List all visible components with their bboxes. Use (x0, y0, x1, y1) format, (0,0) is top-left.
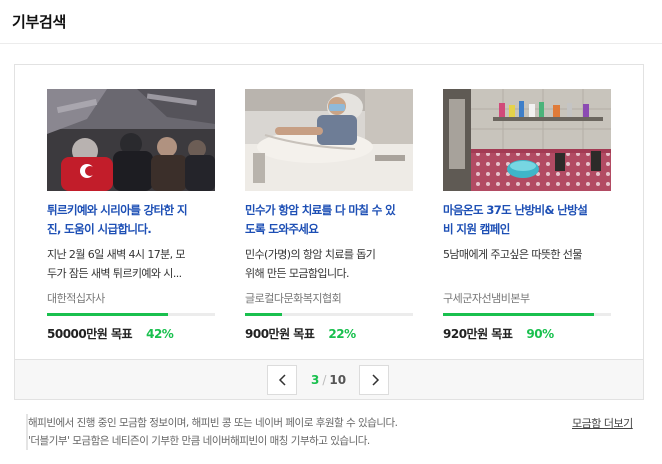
card-description: 민수(가명)의 항암 치료를 돕기 위해 만든 모금함입니다. (245, 248, 376, 280)
bathroom-photo[interactable] (443, 89, 611, 191)
goal-row: 50000만원 목표 42% (47, 325, 215, 342)
more-donations-link[interactable]: 모금함 더보기 (572, 415, 633, 431)
footer-notice-line: '더블기부' 모금함은 네티즌이 기부한 만큼 네이버해피빈이 매칭 기부하고 … (28, 435, 370, 447)
goal-row: 920만원 목표 90% (443, 325, 611, 342)
goal-amount: 920만원 목표 (443, 327, 513, 341)
donation-card[interactable]: 튀르키예와 시리아를 강타한 지 진, 도움이 시급합니다. 지난 2월 6일 … (47, 89, 215, 342)
goal-row: 900만원 목표 22% (245, 325, 413, 342)
card-description: 지난 2월 6일 새벽 4시 17분, 모 두가 잠든 새벽 튀르키예와 시..… (47, 248, 186, 280)
progress-percent: 22% (328, 327, 356, 341)
chevron-left-icon (278, 374, 286, 386)
pagination: 3/10 (15, 359, 643, 399)
donation-panel: 튀르키예와 시리아를 강타한 지 진, 도움이 시급합니다. 지난 2월 6일 … (14, 64, 644, 400)
progress-fill (47, 313, 168, 316)
progress-fill (443, 313, 595, 316)
card-description: 5남매에게 주고싶은 따뜻한 선물 (443, 248, 582, 261)
card-organization: 구세군자선냄비본부 (443, 292, 530, 305)
card-organization: 대한적십자사 (47, 292, 105, 305)
page-indicator: 3/10 (311, 373, 346, 387)
goal-amount: 900만원 목표 (245, 327, 315, 341)
progress-bar (443, 313, 611, 316)
donation-card[interactable]: 마음온도 37도 난방비& 난방설 비 지원 캠페인 5남매에게 주고싶은 따뜻… (443, 89, 611, 342)
progress-percent: 90% (526, 327, 554, 341)
card-title-link[interactable]: 튀르키예와 시리아를 강타한 지 진, 도움이 시급합니다. (47, 201, 215, 239)
progress-percent: 42% (146, 327, 174, 341)
total-pages: 10 (329, 373, 347, 387)
card-organization: 글로컬다문화복지협회 (245, 292, 342, 305)
section-header: 기부검색 (0, 0, 662, 44)
page-separator: / (322, 373, 327, 387)
progress-bar (245, 313, 413, 316)
donation-card[interactable]: 민수가 항암 치료를 다 마칠 수 있 도록 도와주세요 민수(가명)의 항암 … (245, 89, 413, 342)
footer-notice: 해피빈에서 진행 중인 모금함 정보이며, 해피빈 콩 또는 네이버 페이로 후… (26, 414, 496, 450)
footer-notice-line: 해피빈에서 진행 중인 모금함 정보이며, 해피빈 콩 또는 네이버 페이로 후… (28, 417, 398, 429)
prev-page-button[interactable] (267, 365, 297, 395)
child-hospital-photo[interactable] (245, 89, 413, 191)
earthquake-rescue-photo[interactable] (47, 89, 215, 191)
card-title-link[interactable]: 마음온도 37도 난방비& 난방설 비 지원 캠페인 (443, 201, 611, 239)
section-title: 기부검색 (12, 13, 67, 31)
chevron-right-icon (372, 374, 380, 386)
goal-amount: 50000만원 목표 (47, 327, 133, 341)
donation-card-list: 튀르키예와 시리아를 강타한 지 진, 도움이 시급합니다. 지난 2월 6일 … (15, 65, 643, 359)
progress-fill (245, 313, 282, 316)
current-page: 3 (311, 373, 320, 387)
card-title-link[interactable]: 민수가 항암 치료를 다 마칠 수 있 도록 도와주세요 (245, 201, 413, 239)
progress-bar (47, 313, 215, 316)
next-page-button[interactable] (359, 365, 389, 395)
